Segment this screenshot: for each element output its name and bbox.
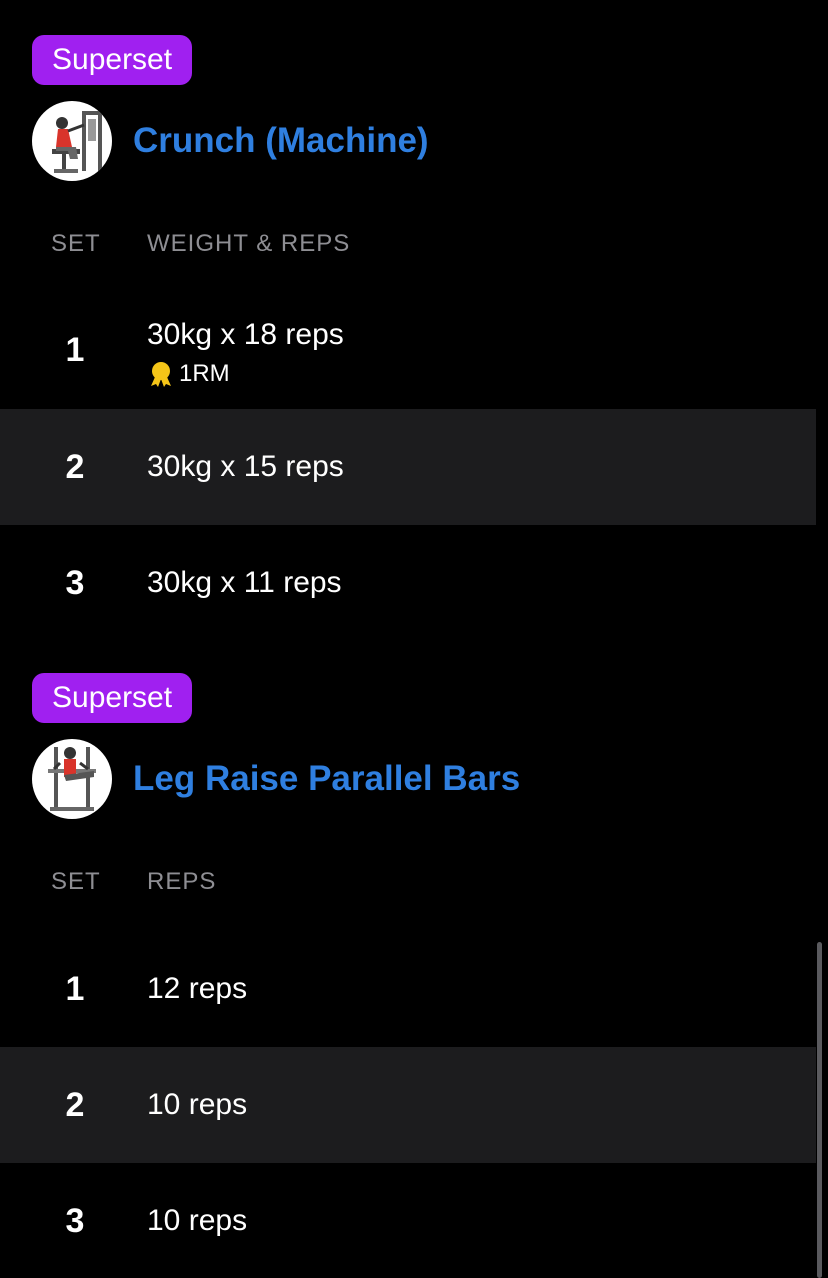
set-row: 2 10 reps xyxy=(0,1047,816,1163)
set-value: 30kg x 11 reps xyxy=(147,566,342,599)
set-value: 12 reps xyxy=(147,972,248,1005)
exercise-header[interactable]: Leg Raise Parallel Bars xyxy=(32,739,520,819)
set-row: 1 30kg x 18 reps 1RM xyxy=(0,292,816,408)
personal-record: 1RM xyxy=(147,360,344,388)
set-number: 2 xyxy=(65,1086,85,1124)
set-row: 1 12 reps xyxy=(0,931,816,1047)
set-value: 30kg x 15 reps xyxy=(147,450,344,483)
set-row: 2 30kg x 15 reps xyxy=(0,409,816,525)
set-value: 10 reps xyxy=(147,1088,248,1121)
exercise-thumbnail[interactable] xyxy=(32,739,112,819)
set-number: 3 xyxy=(65,1202,85,1240)
leg-raise-illustration-icon xyxy=(48,747,96,811)
set-row: 3 30kg x 11 reps xyxy=(0,525,816,641)
superset-badge: Superset xyxy=(32,35,193,85)
set-number: 1 xyxy=(65,970,85,1008)
column-header-reps: REPS xyxy=(147,868,217,895)
workout-detail-screen: Superset Crunch (Machine) SET WEIGHT & R… xyxy=(0,0,828,1278)
pr-label: 1RM xyxy=(179,360,230,387)
column-header-set: SET xyxy=(51,230,101,257)
column-header-weight-reps: WEIGHT & REPS xyxy=(147,230,351,257)
set-number: 1 xyxy=(65,331,85,369)
exercise-thumbnail[interactable] xyxy=(32,101,112,181)
set-value-block: 30kg x 18 reps 1RM xyxy=(147,318,344,388)
superset-badge: Superset xyxy=(32,673,193,723)
crunch-machine-illustration-icon xyxy=(52,111,102,173)
scrollbar[interactable] xyxy=(817,942,822,1278)
medal-icon xyxy=(151,362,171,387)
column-headers: SET REPS xyxy=(0,868,828,898)
set-row: 3 10 reps xyxy=(0,1163,816,1278)
column-header-set: SET xyxy=(51,868,101,895)
set-number: 3 xyxy=(65,564,85,602)
set-value: 30kg x 18 reps xyxy=(147,318,344,351)
column-headers: SET WEIGHT & REPS xyxy=(0,230,828,260)
exercise-header[interactable]: Crunch (Machine) xyxy=(32,101,429,181)
set-number: 2 xyxy=(65,448,85,486)
exercise-title[interactable]: Crunch (Machine) xyxy=(133,121,429,161)
exercise-title[interactable]: Leg Raise Parallel Bars xyxy=(133,759,520,799)
set-value: 10 reps xyxy=(147,1204,248,1237)
